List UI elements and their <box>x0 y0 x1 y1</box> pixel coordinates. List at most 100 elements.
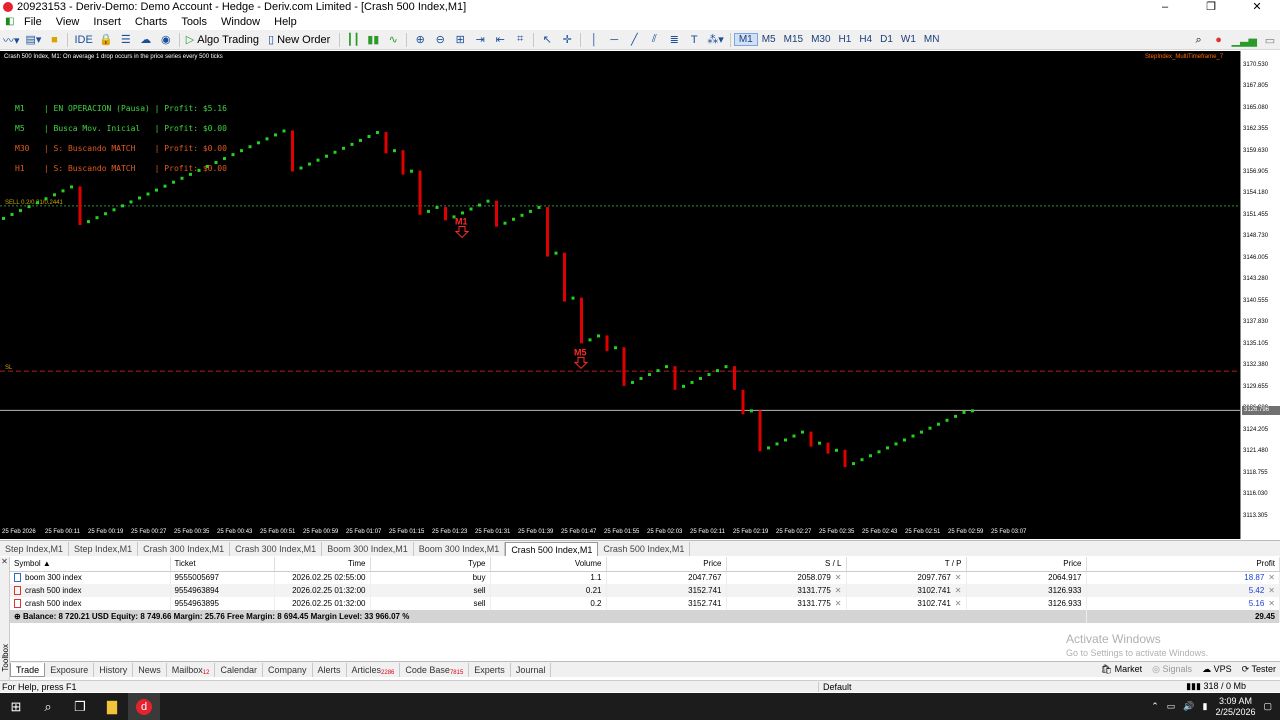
timeframe-d1[interactable]: D1 <box>876 34 897 45</box>
tab-history[interactable]: History <box>94 662 134 677</box>
line-chart-icon[interactable]: ∿ <box>384 32 402 48</box>
remove-sl-icon[interactable]: ✕ <box>835 573 842 582</box>
vps-button[interactable]: ☁ VPS <box>1202 664 1232 675</box>
tab-news[interactable]: News <box>133 662 167 677</box>
restore-button[interactable]: ❐ <box>1188 0 1234 14</box>
templates-icon[interactable]: ▤▾ <box>24 32 44 48</box>
col-type[interactable]: Type <box>370 557 491 572</box>
channel-icon[interactable]: ⫽ <box>645 32 663 48</box>
remove-tp-icon[interactable]: ✕ <box>955 599 962 608</box>
market-button[interactable]: 🛍 Market <box>1101 664 1142 675</box>
chart-type-icon[interactable]: 〰▾ <box>1 32 22 48</box>
battery-icon[interactable]: ▮ <box>1202 701 1207 712</box>
col-symbol[interactable]: Symbol ▲ <box>10 557 171 572</box>
text-icon[interactable]: T <box>685 32 703 48</box>
tab-journal[interactable]: Journal <box>511 662 552 677</box>
panel-icon[interactable]: ▭ <box>1261 32 1279 48</box>
minimize-button[interactable]: – <box>1142 0 1188 14</box>
tray-chevron-icon[interactable]: ⌃ <box>1151 701 1159 712</box>
notification-center-icon[interactable]: ▢ <box>1263 701 1272 712</box>
timeframe-m1[interactable]: M1 <box>733 33 758 46</box>
tab-alerts[interactable]: Alerts <box>313 662 347 677</box>
zoom-out-icon[interactable]: ⊖ <box>431 32 449 48</box>
time-axis[interactable]: 25 Feb 2026 25 Feb 00:11 25 Feb 00:19 25 Fe… <box>0 527 1240 539</box>
menu-window[interactable]: Window <box>214 16 267 28</box>
tab-experts[interactable]: Experts <box>469 662 511 677</box>
chart-tab[interactable]: Boom 300 Index,M1 <box>414 542 506 556</box>
chart-tab[interactable]: Crash 500 Index,M1 <box>505 542 599 556</box>
crosshair-icon[interactable]: ✛ <box>558 32 576 48</box>
search-icon[interactable]: ⌕ <box>32 693 64 720</box>
col-profit[interactable]: Profit <box>1086 557 1280 572</box>
lock-icon[interactable]: 🔒 <box>97 32 115 48</box>
tab-code-base[interactable]: Code Base7815 <box>400 662 470 677</box>
close-position-icon[interactable]: ✕ <box>1268 599 1275 608</box>
tab-company[interactable]: Company <box>263 662 313 677</box>
screenshot-icon[interactable]: ⌗ <box>511 32 529 48</box>
menu-tools[interactable]: Tools <box>174 16 214 28</box>
profile-name[interactable]: Default <box>818 681 968 692</box>
cursor-icon[interactable]: ↖ <box>538 32 556 48</box>
trade-row[interactable]: crash 500 index 9554963894 2026.02.25 01:3… <box>10 584 1280 597</box>
vertical-line-icon[interactable]: │ <box>585 32 603 48</box>
tab-calendar[interactable]: Calendar <box>215 662 263 677</box>
deriv-app-icon[interactable]: d <box>128 693 160 720</box>
close-toolbox-icon[interactable]: ✕ <box>0 557 9 566</box>
timeframe-h1[interactable]: H1 <box>835 34 856 45</box>
menu-charts[interactable]: Charts <box>128 16 174 28</box>
algo-trading-button[interactable]: ▷ Algo Trading <box>184 32 264 48</box>
chart-shift-icon[interactable]: ⇤ <box>491 32 509 48</box>
signal-strength-icon[interactable]: ▁▃▅ <box>1230 32 1259 48</box>
trendline-icon[interactable]: ╱ <box>625 32 643 48</box>
trade-row[interactable]: crash 500 index 9554963895 2026.02.25 01:3… <box>10 597 1280 610</box>
fibonacci-icon[interactable]: ≣ <box>665 32 683 48</box>
shapes-icon[interactable]: ⁂▾ <box>705 32 726 48</box>
clock[interactable]: 3:09 AM 2/25/2026 <box>1215 696 1255 718</box>
tester-button[interactable]: ⟳ Tester <box>1242 664 1276 675</box>
chart-canvas[interactable]: SELL 0.2/0.21/0.2441 SL M1 M5 <box>0 51 1240 527</box>
close-position-icon[interactable]: ✕ <box>1268 586 1275 595</box>
file-explorer-icon[interactable]: ▇ <box>96 693 128 720</box>
chart-tab[interactable]: Boom 300 Index,M1 <box>322 542 414 556</box>
search-icon[interactable]: ⌕ <box>1190 32 1208 48</box>
timeframe-mn[interactable]: MN <box>920 34 944 45</box>
price-axis[interactable]: 3170.530 3167.805 3165.080 3162.355 3159.630… <box>1240 51 1280 539</box>
col-volume[interactable]: Volume <box>490 557 607 572</box>
tab-exposure[interactable]: Exposure <box>45 662 95 677</box>
signals-button[interactable]: ◎ Signals <box>1152 664 1192 675</box>
timeframe-h4[interactable]: H4 <box>855 34 876 45</box>
chart-tab[interactable]: Crash 500 Index,M1 <box>598 542 691 556</box>
trade-row[interactable]: boom 300 index 9555005697 2026.02.25 02:55… <box>10 571 1280 584</box>
menu-help[interactable]: Help <box>267 16 304 28</box>
task-view-icon[interactable]: ❐ <box>64 693 96 720</box>
ide-button[interactable]: IDE <box>72 32 94 48</box>
menu-insert[interactable]: Insert <box>86 16 128 28</box>
auto-scroll-icon[interactable]: ⇥ <box>471 32 489 48</box>
col-price[interactable]: Price <box>606 557 727 572</box>
col-sl[interactable]: S / L <box>726 557 847 572</box>
tab-trade[interactable]: Trade <box>10 662 46 677</box>
timeframe-m30[interactable]: M30 <box>807 34 834 45</box>
col-ticket[interactable]: Ticket <box>170 557 275 572</box>
chart-tab[interactable]: Crash 300 Index,M1 <box>138 542 231 556</box>
volume-icon[interactable]: 🔊 <box>1183 701 1194 712</box>
col-tp[interactable]: T / P <box>846 557 967 572</box>
menu-view[interactable]: View <box>49 16 87 28</box>
chart-tab[interactable]: Crash 300 Index,M1 <box>230 542 323 556</box>
timeframe-m15[interactable]: M15 <box>780 34 807 45</box>
remove-tp-icon[interactable]: ✕ <box>955 573 962 582</box>
network-icon[interactable]: ▭ <box>1167 701 1176 712</box>
signals-icon[interactable]: ◉ <box>157 32 175 48</box>
timeframe-w1[interactable]: W1 <box>897 34 920 45</box>
close-position-icon[interactable]: ✕ <box>1268 573 1275 582</box>
mql5-icon[interactable]: ☰ <box>117 32 135 48</box>
remove-sl-icon[interactable]: ✕ <box>835 599 842 608</box>
candlestick-icon[interactable]: ▮▮ <box>364 32 382 48</box>
tab-articles[interactable]: Articles2286 <box>347 662 401 677</box>
col-current-price[interactable]: Price <box>966 557 1087 572</box>
notifications-icon[interactable]: ● <box>1210 32 1228 48</box>
profiles-icon[interactable]: ■ <box>45 32 63 48</box>
chart-tab[interactable]: Step Index,M1 <box>0 542 70 556</box>
cloud-icon[interactable]: ☁ <box>137 32 155 48</box>
bar-chart-icon[interactable]: ┃┃ <box>344 32 362 48</box>
